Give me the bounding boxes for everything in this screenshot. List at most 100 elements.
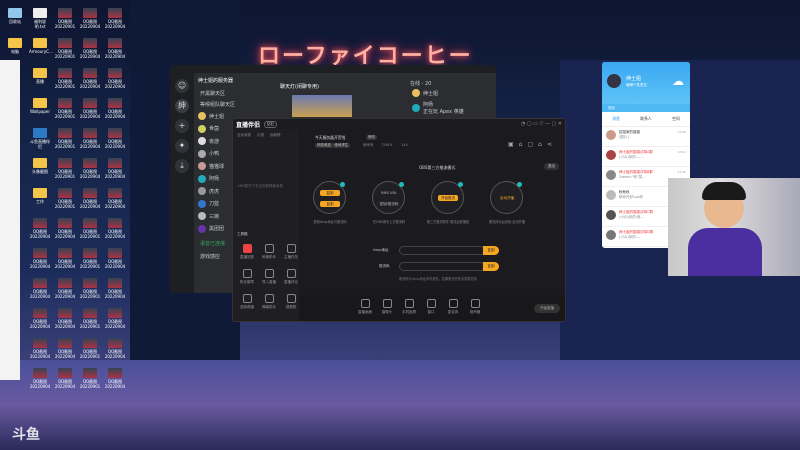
desktop-icon[interactable]: QQ截图20220904 xyxy=(104,38,126,59)
desktop-icon[interactable]: QQ截图20220904 xyxy=(29,278,51,299)
desktop-icon[interactable]: ArmouryC... xyxy=(29,38,53,54)
desktop-icon[interactable]: QQ截图20220904 xyxy=(29,218,51,239)
desktop-icon[interactable]: QQ截图20220904 xyxy=(79,68,101,89)
step-button[interactable]: 复制 xyxy=(320,190,340,196)
qq-avatar[interactable] xyxy=(607,74,621,88)
tool-item[interactable]: 主播任务 xyxy=(279,244,303,260)
download-icon[interactable]: ⤓ xyxy=(175,159,189,173)
step-button[interactable]: 复制 xyxy=(320,201,340,207)
desktop-icon[interactable]: QQ截图20220901 xyxy=(54,98,76,119)
online-member[interactable]: 绅士姐 xyxy=(408,87,442,100)
desktop-icon[interactable]: QQ截图20220904 xyxy=(104,278,126,299)
step-button[interactable]: 密钥/推流码 xyxy=(379,201,399,207)
desktop-icon[interactable]: QQ截图20220904 xyxy=(29,308,51,329)
desktop-icon[interactable]: QQ截图20220904 xyxy=(54,338,76,359)
bottom-tool[interactable]: 扬声器 xyxy=(463,299,487,315)
desktop-icon[interactable]: 福利说明.txt xyxy=(29,8,51,29)
desktop-icon[interactable]: Wallpaper xyxy=(29,98,51,114)
edit-button[interactable]: 修改 xyxy=(366,135,377,140)
desktop-icon[interactable]: QQ截图20220904 xyxy=(79,158,101,179)
desktop-icon[interactable]: QQ截图20220901 xyxy=(79,368,101,389)
bottom-tool[interactable]: 直播画面 xyxy=(353,299,377,315)
top-action-icons[interactable]: ▣⌂▢⌂⋖ xyxy=(508,141,557,148)
desktop-icon[interactable]: QQ截图20220904 xyxy=(79,98,101,119)
step-button[interactable]: 开始推流 xyxy=(438,195,458,201)
desktop-icon[interactable]: QQ截图20220904 xyxy=(54,248,76,269)
tab-1[interactable]: 礼物 xyxy=(257,133,264,138)
desktop-icon[interactable]: QQ截图20220904 xyxy=(104,68,126,89)
desktop-icon[interactable]: QQ截图20220901 xyxy=(79,338,101,359)
add-server-icon[interactable]: + xyxy=(175,119,189,133)
desktop-icon[interactable]: QQ截图20220901 xyxy=(54,68,76,89)
desktop-icon[interactable]: QQ截图20220904 xyxy=(104,188,126,209)
desktop-icon[interactable]: QQ截图20220904 xyxy=(54,278,76,299)
qq-tab-0[interactable]: 消息 xyxy=(612,116,620,122)
bottom-tool[interactable]: 摄像头 xyxy=(375,299,399,315)
desktop-icon[interactable]: QQ截图20220901 xyxy=(79,218,101,239)
desktop-icon[interactable]: 回收站 xyxy=(4,8,26,24)
desktop-icon[interactable]: 头像截图 xyxy=(29,158,51,174)
dm-icon[interactable]: ☺ xyxy=(175,79,189,93)
desktop-icon[interactable]: QQ截图20220901 xyxy=(79,248,101,269)
tool-item[interactable]: 粉丝徽章 xyxy=(235,269,259,285)
left-partial-window[interactable] xyxy=(0,60,20,380)
bottom-tool[interactable]: 麦克风 xyxy=(441,299,465,315)
start-live-button[interactable]: 开始直播 xyxy=(534,304,560,313)
tool-item[interactable]: 直播回放 xyxy=(235,244,259,260)
desktop-icon[interactable]: QQ截图20220904 xyxy=(104,98,126,119)
server-name[interactable]: 绅士姐的服务器 xyxy=(194,73,266,88)
desktop-icon[interactable]: 斗鱼直播伴侣 xyxy=(29,128,51,149)
qq-signature[interactable]: 编辑个性签名 xyxy=(626,83,647,88)
desktop-icon[interactable]: QQ截图20220901 xyxy=(54,188,76,209)
online-member[interactable]: 阿杨 正在玩 Apex 英雄 xyxy=(408,102,468,115)
room-title[interactable]: 今天服务器开荒啦 xyxy=(315,135,345,141)
desktop-icon[interactable]: QQ截图20220904 xyxy=(104,8,126,29)
tool-item[interactable]: 选择频道 xyxy=(235,294,259,310)
desktop-icon[interactable]: QQ截图20220901 xyxy=(54,38,76,59)
desktop-icon[interactable]: QQ截图20220904 xyxy=(79,188,101,209)
rtmp-field[interactable] xyxy=(399,246,485,255)
chat-item[interactable]: 绅士姐的猫猫试驾A群 (小众)你的:…… 13:01 xyxy=(602,147,690,167)
desktop-icon[interactable]: QQ截图20220904 xyxy=(79,128,101,149)
tool-item[interactable]: 弹幕助手 xyxy=(257,294,281,310)
desktop-icon[interactable]: QQ截图20220904 xyxy=(54,308,76,329)
desktop-icon[interactable]: QQ截图20220904 xyxy=(104,128,126,149)
desktop-icon[interactable]: QQ截图20220904 xyxy=(29,248,51,269)
desktop-icon[interactable]: 电脑 xyxy=(4,38,26,54)
desktop-icon[interactable]: QQ截图20220904 xyxy=(79,8,101,29)
tool-item[interactable]: 房管助手 xyxy=(257,244,281,260)
desktop-icon[interactable]: QQ截图20220901 xyxy=(79,308,101,329)
channel-1[interactable]: 等候组队聊天区 xyxy=(194,99,266,110)
qq-tab-1[interactable]: 联系人 xyxy=(640,116,651,122)
desktop-icon[interactable]: QQ截图20220904 xyxy=(79,38,101,59)
channel-0[interactable]: 开黑聊天区 xyxy=(194,88,266,99)
tab-2[interactable]: 贡献榜 xyxy=(270,133,281,138)
step-button[interactable]: RMS URL xyxy=(379,190,399,196)
desktop-icon[interactable]: QQ截图20220904 xyxy=(29,368,51,389)
bottom-tool[interactable]: 手机投屏 xyxy=(397,299,421,315)
exit-button[interactable]: 退出 xyxy=(544,163,559,170)
explore-icon[interactable]: ✦ xyxy=(175,139,189,153)
desktop-icon[interactable]: QQ截图20220904 xyxy=(104,218,126,239)
desktop-icon[interactable]: QQ截图20220901 xyxy=(54,8,76,29)
category[interactable]: 网游竞技 · 绝地求生 xyxy=(315,143,351,148)
desktop-icon[interactable]: QQ截图20220904 xyxy=(54,218,76,239)
chat-item[interactable]: 招招家的猫猫 [图片] 13:56 xyxy=(602,127,690,147)
stream-key-field[interactable] xyxy=(399,262,485,271)
qq-tab-2[interactable]: 空间 xyxy=(672,116,680,122)
desktop-icon[interactable]: QQ截图20220901 xyxy=(54,128,76,149)
desktop-icon[interactable]: QQ截图20220901 xyxy=(54,158,76,179)
desktop-icon[interactable]: QQ截图20220904 xyxy=(29,338,51,359)
desktop-icon[interactable]: 工作 xyxy=(29,188,51,204)
step-button[interactable]: 自动开播 xyxy=(497,195,517,201)
bottom-tool[interactable]: 窗口 xyxy=(419,299,443,315)
qq-search[interactable]: 搜索 xyxy=(602,104,690,112)
tab-0[interactable]: 互动消息 xyxy=(237,133,251,138)
desktop-icon[interactable]: QQ截图20220904 xyxy=(104,158,126,179)
desktop-icon[interactable]: QQ截图20220904 xyxy=(104,248,126,269)
desktop-icon[interactable]: 直播 xyxy=(29,68,51,84)
desktop-icon[interactable]: QQ截图20220904 xyxy=(104,308,126,329)
copy-key-button[interactable]: 复制 xyxy=(483,262,499,271)
tool-item[interactable]: 导入直播 xyxy=(257,269,281,285)
desktop-icon[interactable]: QQ截图20220904 xyxy=(104,338,126,359)
